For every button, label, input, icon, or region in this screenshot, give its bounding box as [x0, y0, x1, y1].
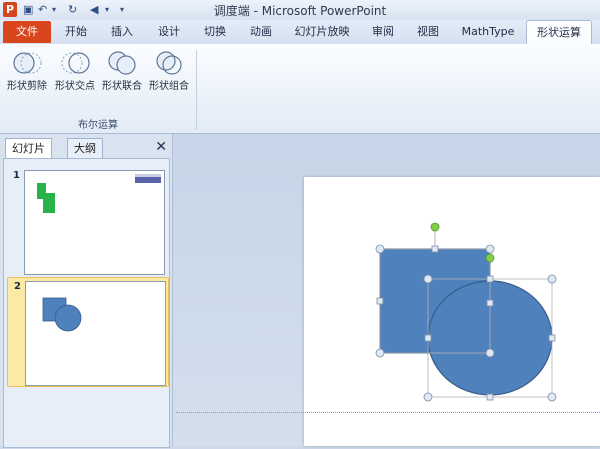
- resize-handle[interactable]: [485, 348, 495, 358]
- title-bar: P ▣ ↶ ▾ ↻ ◀ ▾ ▾ 调度端 - Microsoft PowerPoi…: [0, 0, 600, 21]
- slide-number: 1: [13, 170, 20, 181]
- embedded-image-header: [135, 174, 161, 177]
- resize-handle[interactable]: [548, 334, 556, 342]
- resize-handle[interactable]: [375, 244, 385, 254]
- ribbon-tab-bar: 文件 开始 插入 设计 切换 动画 幻灯片放映 审阅 视图 MathType 形…: [0, 20, 600, 44]
- tab-slides[interactable]: 幻灯片: [5, 138, 52, 158]
- resize-handle[interactable]: [424, 334, 432, 342]
- slide-thumbnail-2[interactable]: 2: [7, 277, 169, 387]
- shape-union-label: 形状联合: [102, 81, 142, 92]
- tab-transitions[interactable]: 切换: [195, 20, 235, 44]
- boolean-operations-group-label: 布尔运算: [78, 120, 118, 131]
- slide-canvas: [375, 222, 557, 402]
- shape-subtract-label: 形状剪除: [7, 81, 47, 92]
- tab-shape-operations[interactable]: 形状运算: [526, 20, 592, 44]
- shape-intersect-icon: [61, 52, 90, 74]
- resize-handle[interactable]: [376, 297, 384, 305]
- tab-insert[interactable]: 插入: [102, 20, 142, 44]
- resize-handle[interactable]: [423, 392, 433, 402]
- slide-editing-area: [173, 134, 600, 446]
- slides-pane: 幻灯片 大纲 ✕ 1 2: [0, 134, 173, 448]
- resize-handle[interactable]: [486, 275, 494, 283]
- tab-file[interactable]: 文件: [3, 21, 51, 43]
- shape-intersect-label: 形状交点: [55, 81, 95, 92]
- notes-splitter[interactable]: [176, 412, 600, 413]
- resize-handle[interactable]: [547, 274, 557, 284]
- rotation-handle[interactable]: [430, 222, 440, 232]
- slide-thumbnail-image: [24, 170, 165, 275]
- slide-1-preview: [37, 174, 161, 213]
- resize-handle[interactable]: [485, 244, 495, 254]
- resize-handle[interactable]: [431, 245, 439, 253]
- slide-thumbnail-image: [25, 281, 166, 386]
- ribbon-panel: 形状剪除 形状交点 形状联合 形状组合 布尔运算: [0, 44, 600, 134]
- shape-combine-icon: [156, 51, 182, 75]
- current-slide[interactable]: [304, 177, 600, 446]
- pane-tabs: 幻灯片 大纲 ✕: [3, 138, 169, 158]
- shape-combine-label: 形状组合: [149, 81, 189, 92]
- close-icon[interactable]: ✕: [155, 138, 167, 157]
- resize-handle[interactable]: [375, 348, 385, 358]
- slide-thumbnail-1[interactable]: 1: [7, 167, 167, 275]
- tab-outline[interactable]: 大纲: [67, 138, 103, 158]
- shape-subtract-button[interactable]: 形状剪除: [4, 48, 50, 96]
- slide-thumbnails-list: 1 2: [3, 158, 170, 448]
- resize-handle[interactable]: [486, 393, 494, 401]
- tab-slideshow[interactable]: 幻灯片放映: [287, 20, 357, 44]
- shape-combine-button[interactable]: 形状组合: [146, 48, 192, 96]
- window-title: 调度端 - Microsoft PowerPoint: [213, 4, 387, 18]
- green-shape: [43, 193, 55, 213]
- tab-design[interactable]: 设计: [149, 20, 189, 44]
- tab-animations[interactable]: 动画: [241, 20, 281, 44]
- resize-handle[interactable]: [486, 299, 494, 307]
- rotation-handle[interactable]: [485, 253, 495, 263]
- tab-mathtype[interactable]: MathType: [454, 20, 522, 44]
- shape-union-button[interactable]: 形状联合: [99, 48, 145, 96]
- tab-home[interactable]: 开始: [56, 20, 96, 44]
- tab-review[interactable]: 审阅: [363, 20, 403, 44]
- shape-union-icon: [108, 51, 136, 75]
- circle-shape: [54, 304, 82, 332]
- shape-intersect-button[interactable]: 形状交点: [52, 48, 98, 96]
- tab-view[interactable]: 视图: [408, 20, 448, 44]
- slide-2-preview: [42, 297, 82, 332]
- resize-handle[interactable]: [547, 392, 557, 402]
- resize-handle[interactable]: [423, 274, 433, 284]
- slide-number: 2: [14, 281, 21, 292]
- shape-subtract-icon: [13, 52, 42, 74]
- ribbon-group-divider: [196, 50, 197, 130]
